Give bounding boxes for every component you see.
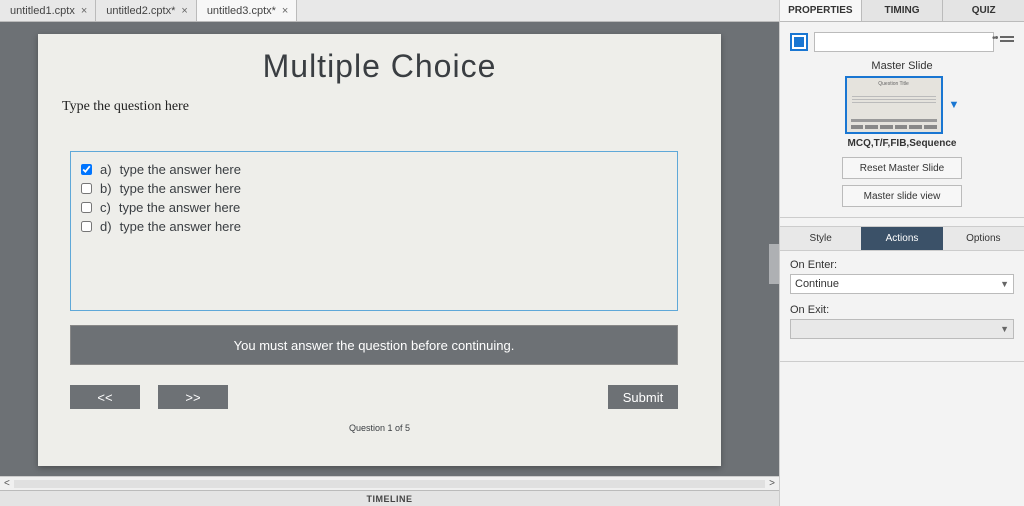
file-tab-2[interactable]: untitled3.cptx* × — [197, 0, 298, 21]
slide-object-icon — [790, 33, 808, 51]
master-thumbnail-row: Question Title ▼ — [790, 76, 1014, 134]
on-enter-label: On Enter: — [790, 259, 1014, 271]
on-exit-select[interactable]: ▼ — [790, 319, 1014, 339]
file-tab-label: untitled1.cptx — [10, 5, 75, 17]
nav-button-row: << >> Submit — [70, 385, 678, 409]
sub-tab-options[interactable]: Options — [943, 227, 1024, 250]
file-tab-1[interactable]: untitled2.cptx* × — [96, 0, 197, 21]
master-slide-thumbnail[interactable]: Question Title — [845, 76, 943, 134]
validation-message-text: You must answer the question before cont… — [230, 336, 519, 355]
scroll-right-icon[interactable]: > — [769, 478, 775, 489]
sub-tab-style[interactable]: Style — [780, 227, 861, 250]
master-thumb-title: Question Title — [850, 81, 938, 87]
answer-text[interactable]: type the answer here — [120, 219, 241, 234]
master-slide-label: Master Slide — [790, 60, 1014, 72]
object-name-row — [790, 32, 1014, 52]
chevron-down-icon: ▼ — [1000, 279, 1009, 289]
panel-divider — [780, 217, 1024, 218]
question-prompt[interactable]: Type the question here — [62, 99, 689, 115]
answer-checkbox[interactable] — [81, 183, 92, 194]
answer-text[interactable]: type the answer here — [120, 162, 241, 177]
on-enter-select[interactable]: Continue ▼ — [790, 274, 1014, 294]
property-sub-tabs: Style Actions Options — [780, 226, 1024, 251]
answer-checkbox[interactable] — [81, 221, 92, 232]
object-menu-icon[interactable] — [1000, 36, 1014, 48]
reset-master-button[interactable]: Reset Master Slide — [842, 157, 962, 179]
properties-panel: PROPERTIES TIMING QUIZ Master Slide Ques… — [780, 0, 1024, 506]
master-thumb-footer — [851, 125, 937, 129]
submit-button[interactable]: Submit — [608, 385, 678, 409]
answer-letter: d) — [100, 219, 112, 234]
panel-body: Master Slide Question Title ▼ MCQ,T/F,FI… — [780, 22, 1024, 213]
master-slide-name: MCQ,T/F,FIB,Sequence — [790, 138, 1014, 149]
answer-row[interactable]: c) type the answer here — [81, 198, 667, 217]
answer-letter: c) — [100, 200, 111, 215]
answer-text[interactable]: type the answer here — [120, 181, 241, 196]
next-button[interactable]: >> — [158, 385, 228, 409]
master-thumb-bar — [851, 119, 937, 122]
answer-row[interactable]: b) type the answer here — [81, 179, 667, 198]
object-name-input[interactable] — [814, 32, 994, 52]
chevron-down-icon: ▼ — [1000, 324, 1009, 334]
answers-container[interactable]: a) type the answer here b) type the answ… — [70, 151, 678, 311]
answer-checkbox[interactable] — [81, 202, 92, 213]
file-tabs-bar: untitled1.cptx × untitled2.cptx* × untit… — [0, 0, 779, 22]
master-view-button[interactable]: Master slide view — [842, 185, 962, 207]
on-enter-value: Continue — [795, 278, 839, 290]
file-tab-label: untitled3.cptx* — [207, 5, 276, 17]
prev-button[interactable]: << — [70, 385, 140, 409]
master-dropdown-icon[interactable]: ▼ — [949, 99, 960, 111]
validation-message-bar[interactable]: You must answer the question before cont… — [70, 325, 678, 365]
answer-checkbox[interactable] — [81, 164, 92, 175]
answer-text[interactable]: type the answer here — [119, 200, 240, 215]
tab-properties[interactable]: PROPERTIES — [780, 0, 862, 21]
answer-letter: b) — [100, 181, 112, 196]
actions-events-section: On Enter: Continue ▼ On Exit: ▼ — [780, 251, 1024, 357]
panel-divider — [780, 361, 1024, 362]
close-icon[interactable]: × — [181, 5, 187, 17]
answer-row[interactable]: d) type the answer here — [81, 217, 667, 236]
slide-canvas-area: Multiple Choice Type the question here a… — [0, 22, 779, 476]
sub-tab-actions[interactable]: Actions — [861, 227, 942, 250]
file-tab-0[interactable]: untitled1.cptx × — [0, 0, 96, 21]
question-counter: Question 1 of 5 — [70, 423, 689, 433]
tab-quiz[interactable]: QUIZ — [943, 0, 1024, 21]
scroll-left-icon[interactable]: < — [4, 478, 10, 489]
on-exit-label: On Exit: — [790, 304, 1014, 316]
tab-timing[interactable]: TIMING — [862, 0, 944, 21]
panel-tabs: PROPERTIES TIMING QUIZ — [780, 0, 1024, 22]
scroll-track[interactable] — [14, 480, 765, 488]
quiz-slide[interactable]: Multiple Choice Type the question here a… — [38, 34, 721, 466]
answer-letter: a) — [100, 162, 112, 177]
slide-title[interactable]: Multiple Choice — [70, 48, 689, 85]
answer-row[interactable]: a) type the answer here — [81, 160, 667, 179]
main-editor-area: untitled1.cptx × untitled2.cptx* × untit… — [0, 0, 780, 506]
file-tab-label: untitled2.cptx* — [106, 5, 175, 17]
timeline-panel-header[interactable]: TIMELINE — [0, 490, 779, 506]
close-icon[interactable]: × — [282, 5, 288, 17]
close-icon[interactable]: × — [81, 5, 87, 17]
vertical-scroll-thumb[interactable] — [769, 244, 779, 284]
master-thumb-lines — [852, 96, 936, 105]
horizontal-scrollbar[interactable]: < > — [0, 476, 779, 490]
